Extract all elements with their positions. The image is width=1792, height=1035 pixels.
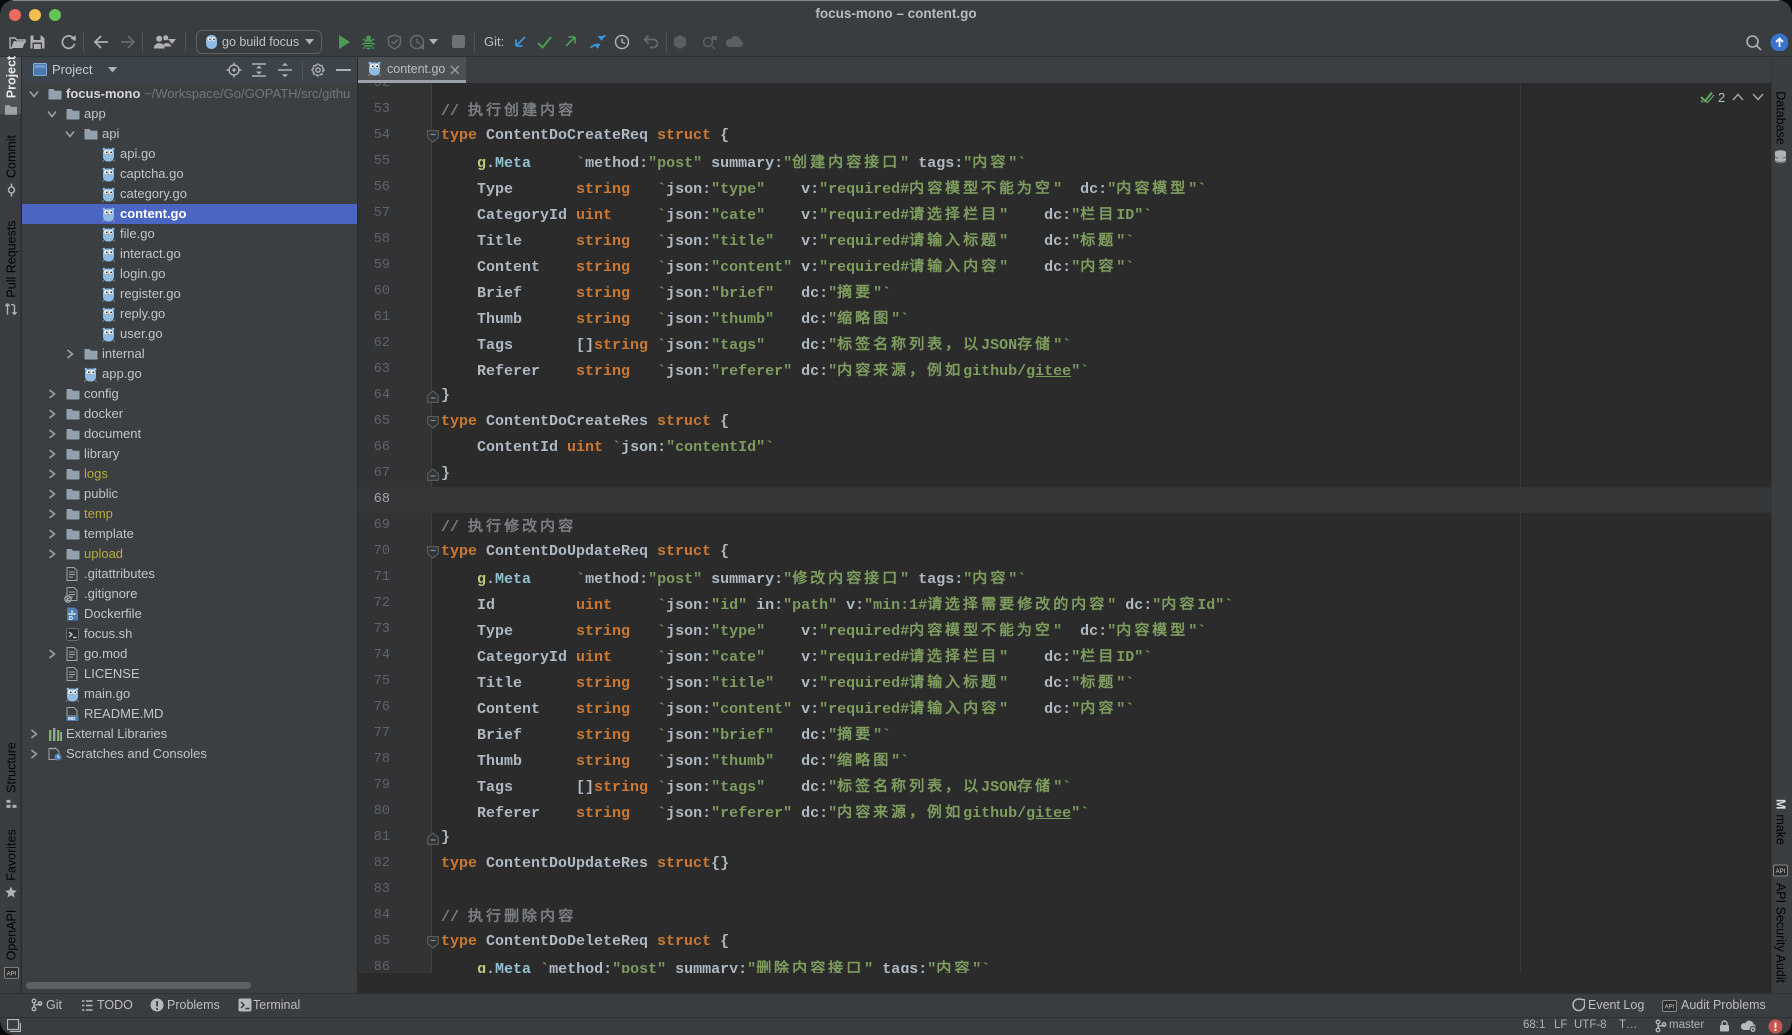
svg-text:API: API <box>6 971 16 977</box>
svg-text:API: API <box>1776 868 1786 874</box>
svg-text:API: API <box>1665 1005 1675 1011</box>
svg-text:MD: MD <box>68 716 76 721</box>
svg-text:D: D <box>69 616 73 621</box>
